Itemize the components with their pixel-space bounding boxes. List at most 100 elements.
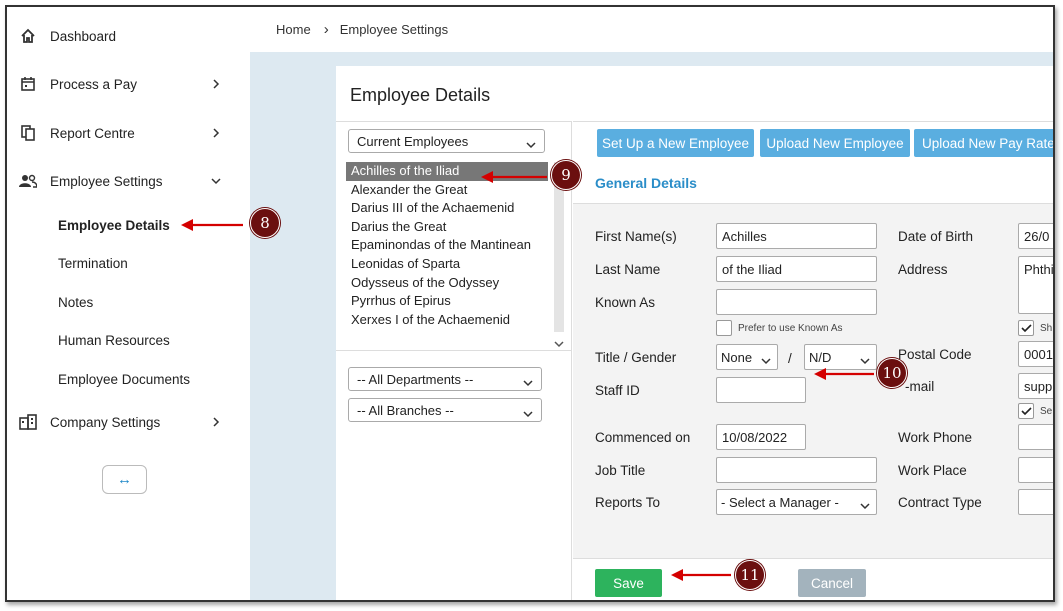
chevron-down-icon — [860, 353, 870, 365]
sidebar-subitem-termination[interactable]: Termination — [58, 256, 128, 271]
first-name-input[interactable]: Achilles — [716, 223, 877, 249]
chevron-down-icon — [761, 353, 771, 365]
breadcrumb-current: Employee Settings — [339, 22, 449, 37]
gender-value: N/D — [809, 349, 832, 365]
sidebar-item-company-settings[interactable]: Company Settings — [7, 407, 250, 437]
title-gender-separator: / — [788, 351, 792, 366]
postal-code-label: Postal Code — [898, 347, 972, 362]
setup-new-employee-button[interactable]: Set Up a New Employee — [597, 129, 754, 157]
employee-details-card: Employee Details Current Employees Achil… — [336, 66, 1053, 600]
list-item[interactable]: Darius III of the Achaemenid — [346, 199, 568, 218]
contract-type-select[interactable] — [1018, 489, 1053, 515]
employee-form-panel: Set Up a New Employee Upload New Employe… — [573, 121, 1053, 600]
chevron-down-icon — [523, 406, 533, 418]
employee-list-panel: Current Employees Achilles of the Iliad … — [336, 121, 572, 600]
people-icon — [19, 172, 37, 190]
section-title: General Details — [595, 175, 697, 191]
last-name-input[interactable]: of the Iliad — [716, 256, 877, 282]
chevron-right-icon — [211, 128, 221, 138]
save-button[interactable]: Save — [595, 569, 662, 597]
work-phone-input[interactable] — [1018, 424, 1053, 450]
list-item[interactable]: Pyrrhus of Epirus — [346, 292, 568, 311]
date-of-birth-input[interactable]: 26/0 — [1018, 223, 1053, 249]
staff-id-input[interactable] — [716, 377, 806, 403]
known-as-label: Known As — [595, 295, 656, 310]
email-checkbox-label: Se — [1040, 406, 1053, 417]
sidebar-item-report-centre[interactable]: Report Centre — [7, 118, 250, 148]
sidebar: Dashboard Process a Pay Report Centre Em… — [7, 7, 250, 600]
list-item[interactable]: Odysseus of the Odyssey — [346, 274, 568, 293]
chevron-down-icon — [523, 375, 533, 387]
upload-new-employee-button[interactable]: Upload New Employee — [760, 129, 910, 157]
department-select[interactable]: -- All Departments -- — [348, 367, 542, 391]
sidebar-subitem-employee-details[interactable]: Employee Details — [58, 218, 170, 233]
job-title-input[interactable] — [716, 457, 877, 483]
annotation-arrow-11 — [671, 569, 731, 581]
upload-new-pay-rate-button[interactable]: Upload New Pay Rate — [914, 129, 1053, 157]
sidebar-item-label: Process a Pay — [50, 76, 138, 92]
sidebar-subitem-human-resources[interactable]: Human Resources — [58, 333, 170, 348]
branch-select[interactable]: -- All Branches -- — [348, 398, 542, 422]
title-select[interactable]: None — [716, 344, 778, 370]
annotation-arrow-9 — [481, 171, 547, 183]
job-title-label: Job Title — [595, 463, 646, 478]
work-place-input[interactable] — [1018, 457, 1053, 483]
sidebar-item-dashboard[interactable]: Dashboard — [7, 21, 250, 51]
employee-list[interactable]: Achilles of the Iliad Alexander the Grea… — [346, 162, 568, 342]
app-window: Dashboard Process a Pay Report Centre Em… — [5, 5, 1055, 602]
annotation-badge-9: 9 — [551, 160, 581, 190]
chevron-down-icon — [526, 137, 536, 149]
collapse-sidebar-button[interactable]: ↔ — [102, 465, 147, 494]
annotation-badge-8: 8 — [250, 208, 280, 238]
double-arrow-icon: ↔ — [117, 471, 132, 488]
work-place-label: Work Place — [898, 463, 967, 478]
first-name-label: First Name(s) — [595, 229, 677, 244]
last-name-label: Last Name — [595, 262, 661, 277]
chevron-down-icon[interactable] — [554, 336, 564, 351]
cancel-button[interactable]: Cancel — [798, 569, 866, 597]
breadcrumb: Home › Employee Settings — [250, 7, 1053, 52]
sidebar-item-process-a-pay[interactable]: Process a Pay — [7, 69, 250, 99]
list-item[interactable]: Xerxes I of the Achaemenid — [346, 311, 568, 330]
documents-icon — [19, 124, 37, 142]
list-item[interactable]: Leonidas of Sparta — [346, 255, 568, 274]
postal-code-input[interactable]: 0001 — [1018, 341, 1053, 367]
building-icon — [19, 413, 37, 431]
commenced-on-label: Commenced on — [595, 430, 691, 445]
prefer-known-as-label: Prefer to use Known As — [738, 323, 843, 334]
sidebar-item-label: Company Settings — [50, 414, 161, 430]
contract-type-label: Contract Type — [898, 495, 982, 510]
sidebar-subitem-notes[interactable]: Notes — [58, 295, 93, 310]
chevron-right-icon — [211, 79, 221, 89]
list-item[interactable]: Epaminondas of the Mantinean — [346, 236, 568, 255]
breadcrumb-home-link[interactable]: Home — [276, 22, 311, 37]
home-icon — [19, 27, 37, 45]
email-label: -mail — [905, 379, 935, 394]
reports-to-select[interactable]: - Select a Manager - — [716, 489, 877, 515]
department-value: -- All Departments -- — [357, 371, 474, 387]
sidebar-item-employee-settings[interactable]: Employee Settings — [7, 166, 250, 196]
page-title: Employee Details — [350, 85, 491, 105]
work-phone-label: Work Phone — [898, 430, 973, 445]
commenced-on-input[interactable]: 10/08/2022 — [716, 424, 806, 450]
form-footer: Save Cancel — [573, 558, 1053, 600]
employment-status-select[interactable]: Current Employees — [348, 129, 545, 153]
list-item[interactable]: Darius the Great — [346, 218, 568, 237]
address-checkbox-label: Sh — [1040, 323, 1053, 334]
email-input[interactable]: supp — [1018, 373, 1053, 399]
sidebar-item-label: Dashboard — [50, 28, 117, 44]
staff-id-label: Staff ID — [595, 383, 640, 398]
sidebar-item-label: Employee Settings — [50, 173, 163, 189]
address-checkbox[interactable] — [1018, 320, 1034, 336]
address-label: Address — [898, 262, 948, 277]
address-textarea[interactable]: Phthi — [1018, 256, 1053, 314]
title-gender-label: Title / Gender — [595, 350, 677, 365]
employee-list-scrollbar[interactable] — [551, 162, 567, 352]
annotation-arrow-10 — [814, 368, 874, 380]
employment-status-value: Current Employees — [357, 133, 469, 149]
sidebar-subitem-employee-documents[interactable]: Employee Documents — [58, 372, 190, 387]
divider — [336, 350, 572, 351]
prefer-known-as-checkbox[interactable] — [716, 320, 732, 336]
known-as-input[interactable] — [716, 289, 877, 315]
email-checkbox[interactable] — [1018, 403, 1034, 419]
